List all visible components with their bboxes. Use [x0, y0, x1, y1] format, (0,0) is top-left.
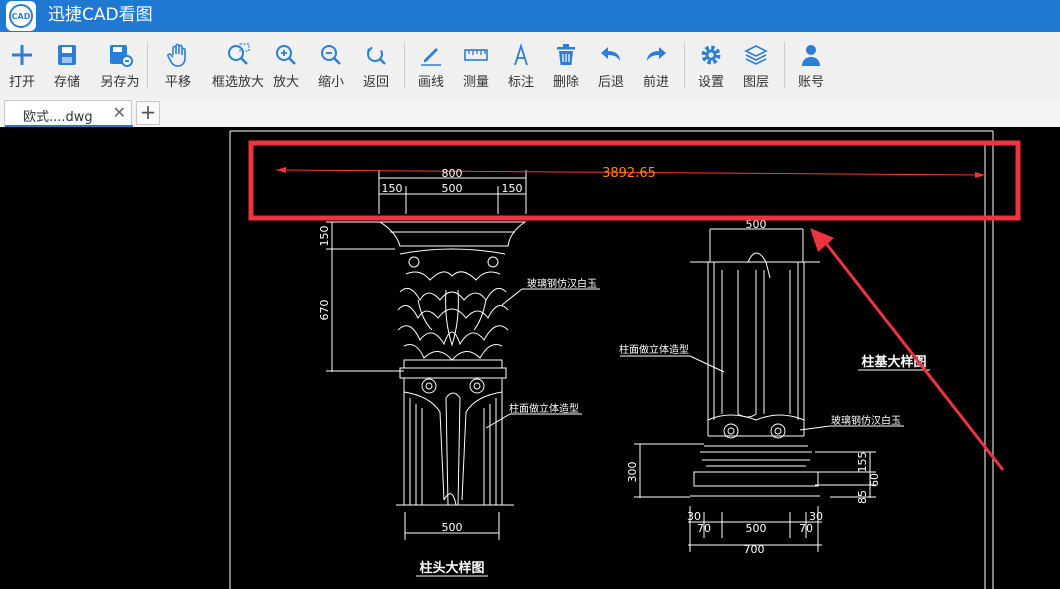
save-button[interactable]: 存储 [45, 32, 89, 98]
pan-label: 平移 [164, 75, 191, 90]
back-button[interactable]: 返回 [354, 32, 398, 98]
title-bar: CAD 迅捷CAD看图 [0, 0, 1060, 32]
undo-arrow-icon [601, 47, 620, 61]
leader-line [689, 355, 725, 373]
save-as-label: 另存为 [100, 75, 140, 90]
save-label: 存储 [53, 75, 80, 90]
text-annotation-icon [514, 43, 528, 66]
toolbar-divider [404, 42, 405, 88]
save-icon [58, 45, 76, 65]
base-bottom-middle-dim: 500 [746, 522, 767, 535]
layers-icon [744, 45, 768, 65]
capital-height-top-dim: 150 [318, 226, 331, 247]
delete-button[interactable]: 删除 [544, 32, 588, 98]
settings-label: 设置 [697, 75, 724, 90]
capital-note-upper: 玻璃钢仿汉白玉 [527, 277, 597, 290]
close-tab-icon[interactable]: ✕ [113, 104, 126, 122]
layers-button[interactable]: 图层 [734, 32, 778, 98]
undo-button[interactable]: 后退 [589, 32, 633, 98]
capital-side-right-dim: 150 [502, 182, 523, 195]
cad-drawing: 800 150 500 150 150 670 玻璃钢仿汉白玉 柱面做立体造型 … [229, 130, 1021, 589]
draw-line-button[interactable]: 画线 [409, 32, 453, 98]
drawing-canvas[interactable]: 800 150 500 150 150 670 玻璃钢仿汉白玉 柱面做立体造型 … [0, 127, 1060, 589]
zoom-back-icon [367, 46, 386, 65]
capital-side-left-dim: 150 [382, 182, 403, 195]
document-tab[interactable]: 欧式....dwg ✕ [4, 100, 133, 128]
capital-title: 柱头大样图 [419, 560, 484, 576]
zoom-window-button[interactable]: 框选放大 [212, 32, 264, 98]
redo-button[interactable]: 前进 [634, 32, 678, 98]
pencil-icon [421, 48, 441, 66]
save-as-icon [110, 45, 133, 67]
measured-distance-label: 3892.65 [602, 166, 656, 181]
base-right-dim-1: 155 [856, 452, 869, 473]
pan-button[interactable]: 平移 [156, 32, 200, 98]
capital-ornament [378, 221, 527, 369]
base-note-lower: 玻璃钢仿汉白玉 [831, 414, 901, 427]
delete-label: 删除 [552, 75, 579, 90]
base-right-dim-2: 60 [868, 473, 881, 487]
hand-icon [167, 43, 186, 67]
draw-line-label: 画线 [417, 75, 444, 90]
app-logo-icon: CAD [6, 1, 36, 31]
ruler-icon [464, 49, 488, 61]
highlight-arrow [810, 228, 1005, 471]
capital-note-lower: 柱面做立体造型 [509, 402, 579, 415]
zoom-out-label: 缩小 [317, 75, 344, 90]
app-title: 迅捷CAD看图 [48, 5, 153, 25]
settings-button[interactable]: 设置 [689, 32, 733, 98]
capital-bottom-width-dim: 500 [442, 521, 463, 534]
toolbar-divider [784, 42, 785, 88]
undo-label: 后退 [597, 75, 624, 90]
zoom-in-button[interactable]: 放大 [264, 32, 308, 98]
gear-icon [701, 45, 721, 65]
annotate-button[interactable]: 标注 [499, 32, 543, 98]
open-label: 打开 [8, 75, 35, 90]
capital-middle-dim: 500 [442, 182, 463, 195]
open-button[interactable]: 打开 [0, 32, 44, 98]
save-as-button[interactable]: 另存为 [97, 32, 143, 98]
zoom-in-icon [276, 45, 296, 65]
toolbar-divider [147, 42, 148, 88]
user-icon [802, 45, 820, 66]
zoom-out-icon [321, 45, 341, 65]
capital-height-main-dim: 670 [318, 300, 331, 321]
add-tab-button[interactable]: + [136, 101, 160, 125]
redo-arrow-icon [647, 47, 666, 61]
document-tab-label: 欧式....dwg [23, 110, 93, 125]
base-right-dim-3: 85 [856, 490, 869, 504]
base-note-upper: 柱面做立体造型 [619, 343, 689, 356]
base-bottom-right-outer-dim: 30 [809, 510, 823, 523]
account-label: 账号 [797, 75, 824, 90]
annotate-label: 标注 [507, 75, 534, 90]
base-left-height-dim: 300 [626, 462, 639, 483]
account-button[interactable]: 账号 [789, 32, 833, 98]
back-label: 返回 [362, 75, 389, 90]
capital-shaft [396, 367, 514, 506]
plus-icon [12, 45, 32, 65]
measure-label: 测量 [462, 75, 489, 90]
toolbar: 打开 存储 另存为 平移 框选放大 放大 缩小 返回 画线 测量 标注 删除 后… [0, 32, 1060, 99]
base-bottom-total-dim: 700 [744, 543, 765, 556]
base-title: 柱基大样图 [861, 354, 926, 370]
zoom-window-icon [228, 43, 250, 65]
trash-icon [557, 44, 575, 65]
measure-button[interactable]: 测量 [454, 32, 498, 98]
zoom-in-label: 放大 [272, 75, 299, 90]
redo-label: 前进 [642, 75, 669, 90]
zoom-out-button[interactable]: 缩小 [309, 32, 353, 98]
capital-top-total-dim: 800 [442, 167, 463, 180]
document-tab-bar: 欧式....dwg ✕ + [0, 98, 1060, 128]
zoom-window-label: 框选放大 [212, 75, 265, 90]
layers-label: 图层 [742, 75, 769, 90]
capital-height-dimension [326, 221, 404, 372]
base-bottom-left-inner-dim: 70 [697, 522, 711, 535]
base-column [690, 228, 820, 497]
base-bottom-right-inner-dim: 70 [799, 522, 813, 535]
toolbar-divider [684, 42, 685, 88]
